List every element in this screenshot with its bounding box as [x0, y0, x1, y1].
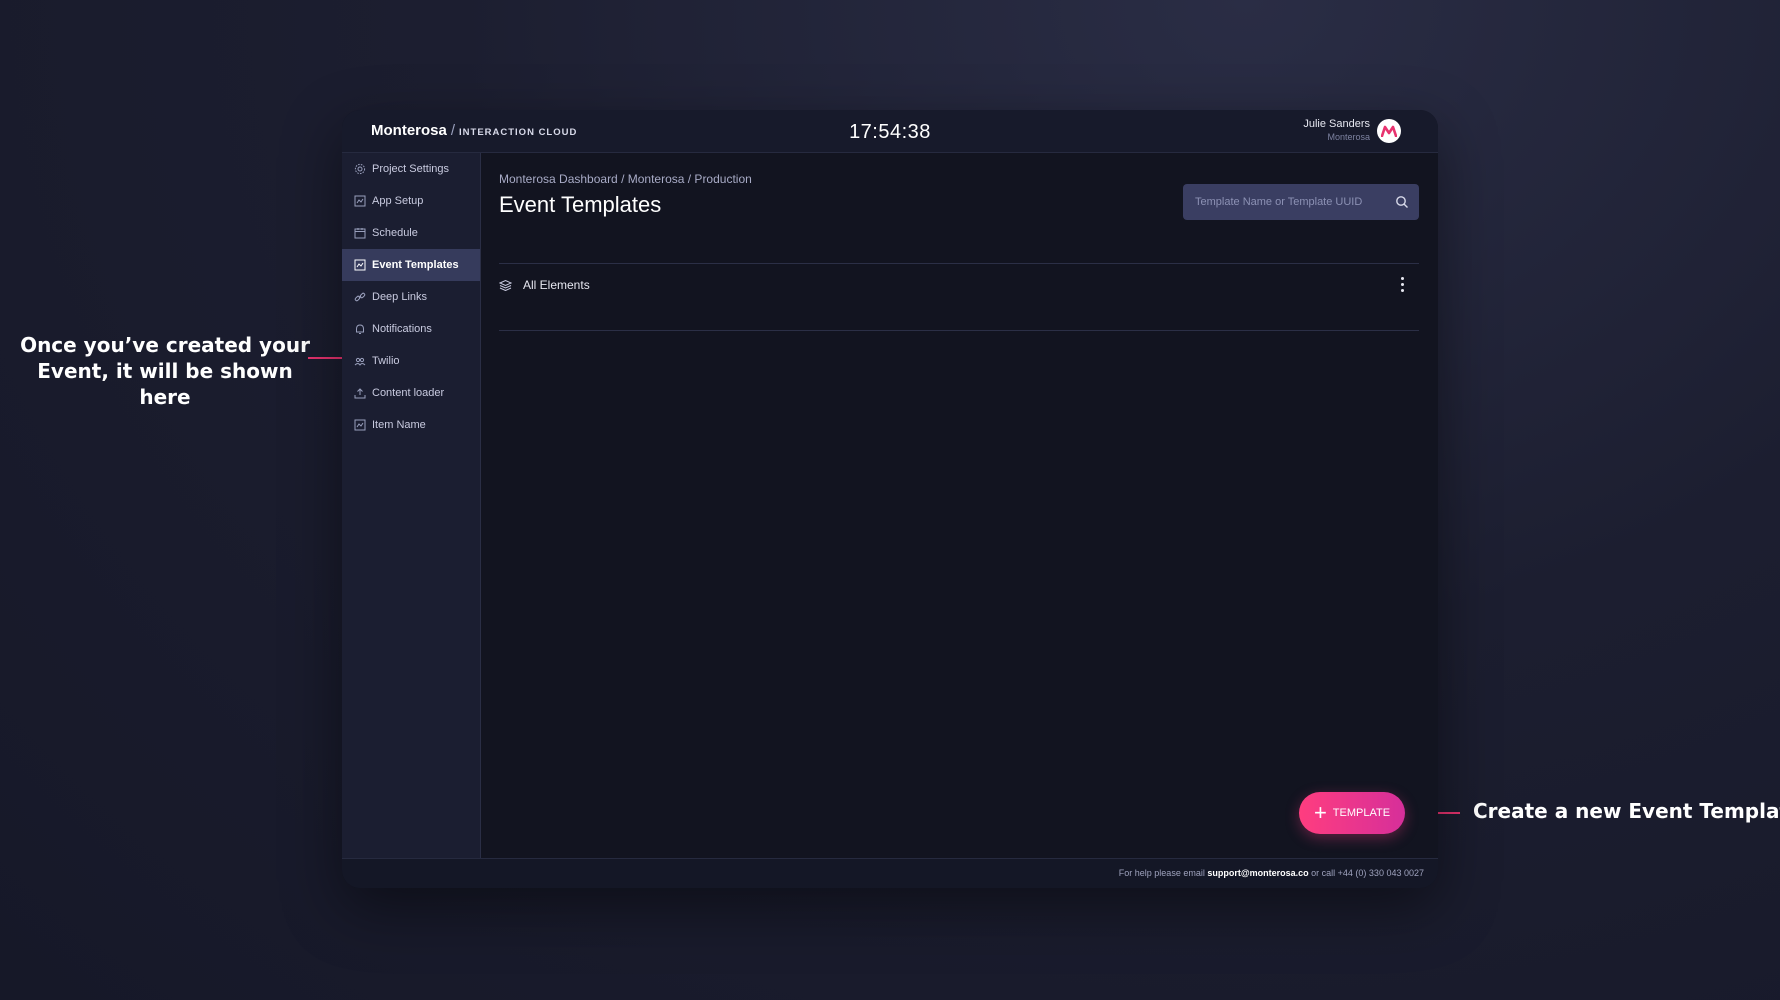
bell-icon — [356, 324, 364, 334]
more-options-icon[interactable] — [1399, 277, 1405, 293]
sidebar-item-label: Schedule — [372, 227, 418, 239]
search-input[interactable] — [1183, 184, 1385, 220]
sidebar-item-label: Deep Links — [372, 291, 428, 303]
sidebar-item-label: Notifications — [372, 323, 432, 335]
footer-prefix: For help please email — [1118, 868, 1205, 878]
sidebar-item-deep-links[interactable]: Deep Links — [342, 281, 480, 313]
upload-icon — [354, 388, 366, 399]
user-org: Monterosa — [1327, 132, 1370, 142]
top-bar: Monterosa / INTERACTION CLOUD 17:54:38 Jul… — [342, 110, 1438, 153]
sidebar-item-schedule[interactable]: Schedule — [342, 217, 480, 249]
twilio-icon — [354, 357, 366, 366]
new-template-button[interactable]: + TEMPLATE — [1299, 792, 1405, 834]
all-elements-row[interactable]: All Elements — [499, 263, 1419, 307]
sidebar-item-project-settings[interactable]: Project Settings — [342, 153, 480, 185]
sidebar-item-label: Item Name — [372, 419, 426, 431]
sidebar-item-app-setup[interactable]: App Setup — [342, 185, 480, 217]
breadcrumb[interactable]: Monterosa Dashboard / Monterosa / Produc… — [499, 172, 752, 186]
template-icon — [354, 259, 366, 271]
page-title: Event Templates — [499, 192, 662, 217]
sidebar-item-notifications[interactable]: Notifications — [342, 313, 480, 345]
user-info[interactable]: Julie Sanders Monterosa — [1303, 118, 1370, 142]
sidebar-item-label: Twilio — [372, 355, 400, 367]
calendar-icon — [354, 228, 366, 239]
sidebar: Project Settings App Setup Schedule Even… — [342, 153, 481, 859]
app-icon — [354, 419, 366, 431]
sidebar-item-label: Event Templates — [372, 259, 459, 271]
sidebar-item-twilio[interactable]: Twilio — [342, 345, 480, 377]
search-icon[interactable] — [1395, 195, 1409, 209]
footer-suffix: or call +44 (0) 330 043 0027 — [1311, 868, 1424, 878]
gear-icon — [354, 163, 366, 175]
all-elements-label: All Elements — [523, 278, 590, 292]
annotation-created-events: Once you’ve created your Event, it will … — [20, 333, 310, 409]
footer: For help please email support@monterosa.… — [342, 858, 1438, 888]
search-box — [1183, 184, 1419, 220]
layers-icon — [499, 279, 512, 291]
sidebar-item-content-loader[interactable]: Content loader — [342, 377, 480, 409]
monterosa-logo-icon — [1381, 125, 1397, 137]
sidebar-item-label: App Setup — [372, 195, 424, 207]
sidebar-item-label: Content loader — [372, 387, 445, 399]
support-email-link[interactable]: support@monterosa.co — [1207, 868, 1308, 878]
user-name: Julie Sanders — [1303, 118, 1370, 130]
sidebar-item-event-templates[interactable]: Event Templates — [342, 249, 480, 281]
elements-divider — [499, 330, 1419, 331]
footer-help-text: For help please email support@monterosa.… — [1119, 868, 1424, 878]
sidebar-item-item-name[interactable]: Item Name — [342, 409, 480, 441]
annotation-new-template: Create a new Event Template — [1473, 799, 1780, 823]
main-content: Monterosa Dashboard / Monterosa / Produc… — [481, 153, 1438, 859]
new-template-label: TEMPLATE — [1332, 807, 1391, 819]
plus-icon: + — [1313, 800, 1327, 825]
avatar[interactable] — [1377, 119, 1401, 143]
sidebar-item-label: Project Settings — [372, 163, 450, 175]
app-icon — [354, 195, 366, 207]
app-window: Monterosa / INTERACTION CLOUD 17:54:38 Jul… — [342, 110, 1438, 888]
clock: 17:54:38 — [849, 121, 931, 143]
link-icon — [354, 292, 366, 302]
